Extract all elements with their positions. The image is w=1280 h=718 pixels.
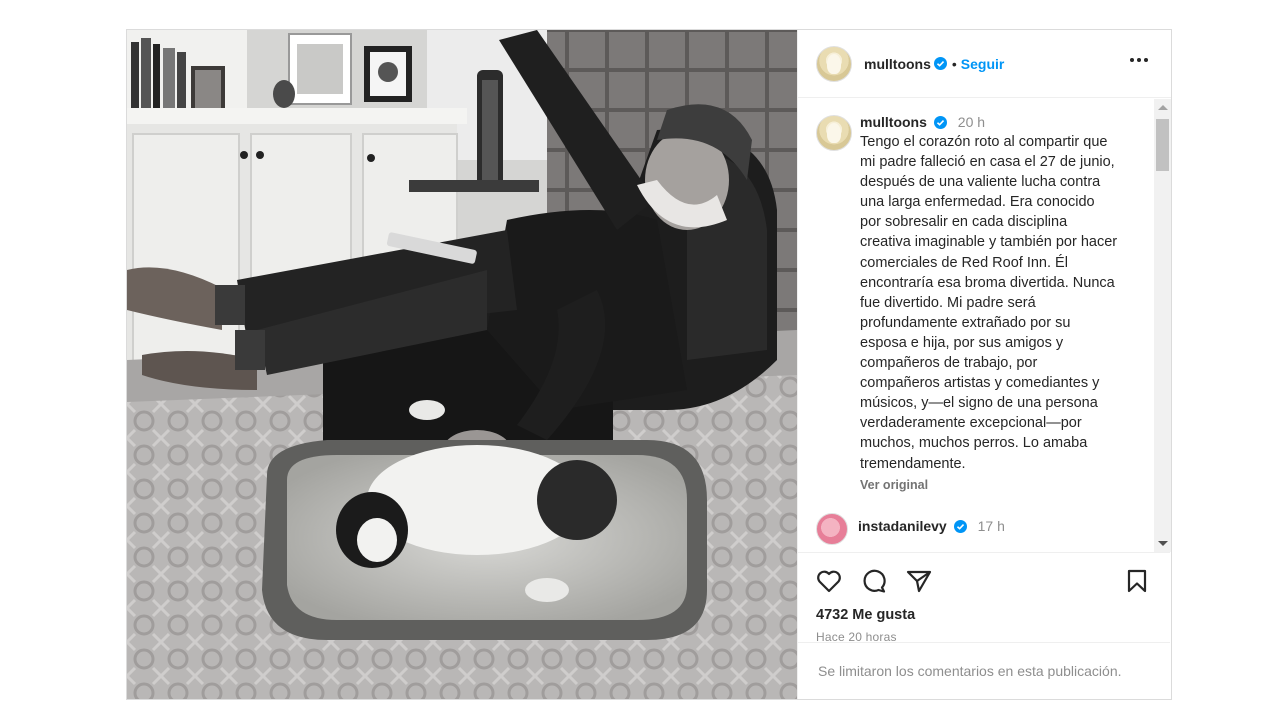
caption-comment: mulltoons 20 h Tengo el corazón roto al … <box>798 99 1170 492</box>
scroll-down-arrow-icon[interactable] <box>1158 541 1168 546</box>
bookmark-icon[interactable] <box>1126 569 1148 593</box>
post-photo[interactable] <box>127 30 797 699</box>
verified-badge-icon <box>954 520 968 533</box>
comments-list: mulltoons 20 h Tengo el corazón roto al … <box>798 99 1170 552</box>
caption-text: Tengo el corazón roto al compartir que m… <box>860 134 1118 472</box>
save-button[interactable] <box>1126 569 1148 593</box>
caption-author-username[interactable]: mulltoons <box>860 114 927 130</box>
more-options-icon[interactable] <box>1129 56 1149 64</box>
commenter-username[interactable]: instadanilevy <box>858 518 947 534</box>
scrollbar-thumb[interactable] <box>1156 119 1169 171</box>
follow-button[interactable]: Seguir <box>961 56 1005 72</box>
comment-item: instadanilevy 17 h <box>816 513 1005 545</box>
verified-badge-icon <box>933 57 947 70</box>
comments-scrollbar[interactable] <box>1154 99 1171 552</box>
comment-time[interactable]: 17 h <box>978 518 1005 534</box>
author-username[interactable]: mulltoons <box>864 56 931 72</box>
comments-limited-notice: Se limitaron los comentarios en esta pub… <box>798 642 1170 699</box>
likes-count[interactable]: 4732 Me gusta <box>816 607 915 623</box>
photo-image <box>127 30 797 699</box>
share-icon[interactable] <box>906 569 932 593</box>
caption-time[interactable]: 20 h <box>958 114 985 130</box>
author-avatar[interactable] <box>816 45 852 82</box>
scroll-up-arrow-icon[interactable] <box>1158 105 1168 110</box>
caption-author-avatar[interactable] <box>816 115 852 151</box>
separator-dot: • <box>951 55 957 72</box>
commenter-avatar[interactable] <box>816 513 848 545</box>
verified-badge-icon <box>934 116 948 129</box>
heart-icon[interactable] <box>816 569 842 593</box>
post-sidebar: mulltoons • Seguir mulltoons 20 h Tengo … <box>797 30 1171 699</box>
see-original-link[interactable]: Ver original <box>860 478 1118 492</box>
post-dialog: mulltoons • Seguir mulltoons 20 h Tengo … <box>126 29 1172 700</box>
post-header: mulltoons • Seguir <box>798 30 1171 98</box>
comment-icon[interactable] <box>861 569 887 593</box>
